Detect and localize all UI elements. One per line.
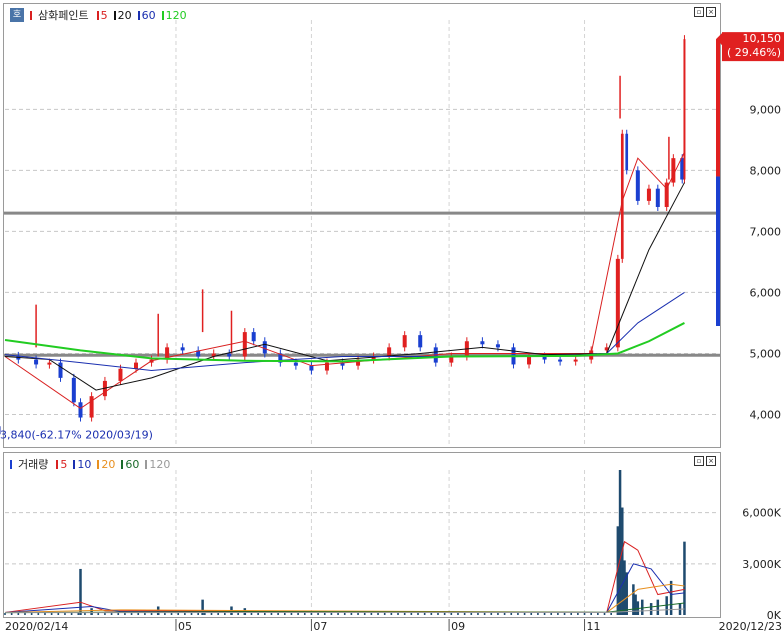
- ma-label: 5: [60, 457, 68, 471]
- price-y-tick-label: 7,000: [750, 225, 782, 238]
- ma-label: 20: [101, 457, 116, 471]
- ma-label: 120: [149, 457, 171, 471]
- price-y-tick-label: 6,000: [750, 286, 782, 299]
- x-tick-label: 2020/02/14: [5, 620, 68, 633]
- ma-color-marker-icon: [96, 11, 99, 20]
- volume-y-tick-label: 6,000K: [742, 507, 781, 520]
- x-tick-label: 09: [451, 620, 465, 633]
- volume-legend: 거래량 5 10 20 60 120: [10, 456, 170, 472]
- price-y-tick-label: 5,000: [750, 347, 782, 360]
- ma-color-marker-icon: [113, 11, 116, 20]
- x-tick-label: 05: [178, 620, 192, 633]
- close-icon[interactable]: ×: [706, 456, 716, 466]
- ma-label: 120: [165, 8, 187, 22]
- ma-color-marker-icon: [145, 460, 148, 469]
- x-tick-label: 07: [313, 620, 327, 633]
- price-window-buttons: ▫ ×: [694, 7, 716, 17]
- series-marker-icon: [10, 459, 12, 469]
- volume-title: 거래량: [18, 458, 49, 471]
- volume-ma-60: 60: [121, 458, 139, 471]
- ma-label: 60: [141, 8, 156, 22]
- price-ma-60: 60: [137, 8, 156, 22]
- close-icon[interactable]: ×: [706, 7, 716, 17]
- current-change-label: ( 29.46%): [727, 46, 781, 59]
- current-price-label: 10,150: [743, 32, 782, 45]
- price-ma-20: 20: [113, 8, 132, 22]
- volume-ma-5: 5: [56, 458, 67, 471]
- ma-color-marker-icon: [97, 460, 100, 469]
- price-ma-120: 120: [161, 8, 187, 22]
- ma-label: 60: [125, 457, 140, 471]
- volume-chart-panel: 거래량 5 10 20 60 120 ▫ ×: [3, 452, 721, 618]
- price-legend: 호 삼화페인트 5 20 60 120: [10, 7, 187, 23]
- series-marker-icon: [30, 10, 32, 20]
- ma-color-marker-icon: [137, 11, 140, 20]
- ma-label: 20: [117, 8, 132, 22]
- x-tick-label: 2020/12/23: [719, 620, 782, 633]
- ma-color-marker-icon: [121, 460, 124, 469]
- ma-label: 10: [77, 457, 92, 471]
- price-y-tick-label: 8,000: [750, 164, 782, 177]
- volume-ma-10: 10: [73, 458, 91, 471]
- ma-color-marker-icon: [161, 11, 164, 20]
- maximize-icon[interactable]: ▫: [694, 7, 704, 17]
- chart-mode-badge[interactable]: 호: [10, 8, 24, 22]
- x-tick-label: 11: [587, 620, 601, 633]
- volume-y-tick-label: 3,000K: [742, 558, 781, 571]
- price-ma-5: 5: [96, 8, 108, 22]
- volume-ma-20: 20: [97, 458, 115, 471]
- ma-color-marker-icon: [56, 460, 59, 469]
- price-y-tick-label: 9,000: [750, 103, 782, 116]
- price-y-tick-label: 4,000: [750, 408, 782, 421]
- volume-window-buttons: ▫ ×: [694, 456, 716, 466]
- ma-label: 5: [100, 8, 108, 22]
- volume-ma-120: 120: [145, 458, 170, 471]
- ma-color-marker-icon: [73, 460, 76, 469]
- volume-y-tick-label: 0K: [767, 609, 782, 622]
- current-price-box: [716, 32, 784, 62]
- price-chart-panel: 호 삼화페인트 5 20 60 120 ▫ ×: [3, 3, 721, 448]
- stock-name: 삼화페인트: [38, 9, 89, 22]
- maximize-icon[interactable]: ▫: [694, 456, 704, 466]
